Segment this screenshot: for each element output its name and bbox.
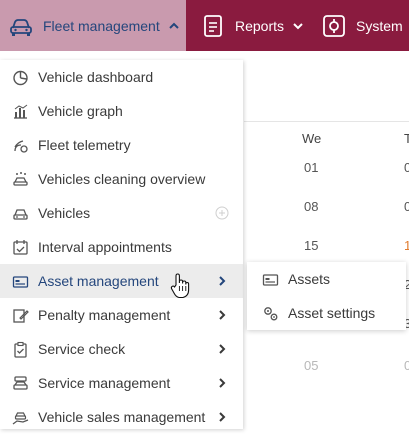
menu-item-vehicle-dashboard[interactable]: Vehicle dashboard bbox=[0, 60, 243, 94]
asset-management-submenu: Assets Asset settings bbox=[247, 262, 406, 330]
calendar-day[interactable]: 0 bbox=[404, 160, 409, 175]
car-icon bbox=[13, 208, 28, 220]
menu-item-label: Interval appointments bbox=[38, 239, 172, 255]
day-header-th: T bbox=[404, 131, 409, 146]
report-icon bbox=[204, 14, 222, 37]
nav-reports[interactable]: Reports bbox=[192, 0, 310, 51]
fleet-management-dropdown: Vehicle dashboard Vehicle graph Fleet te… bbox=[0, 60, 243, 429]
menu-item-label: Asset management bbox=[38, 273, 159, 289]
asset-card-icon bbox=[262, 273, 279, 286]
chevron-right-icon bbox=[219, 276, 226, 286]
menu-item-service-check[interactable]: Service check bbox=[0, 332, 243, 366]
menu-item-label: Service management bbox=[38, 375, 171, 391]
car-icon bbox=[10, 18, 32, 36]
chevron-right-icon bbox=[219, 310, 226, 320]
menu-item-label: Service check bbox=[38, 341, 126, 357]
submenu-item-asset-settings[interactable]: Asset settings bbox=[247, 296, 406, 330]
hand-pointer-icon bbox=[170, 273, 190, 299]
menu-item-label: Vehicles bbox=[38, 205, 91, 221]
calendar-day[interactable]: 08 bbox=[304, 199, 318, 214]
menu-item-service-management[interactable]: Service management bbox=[0, 366, 243, 400]
submenu-item-label: Assets bbox=[288, 271, 331, 287]
calendar-check-icon bbox=[13, 239, 28, 255]
submenu-item-assets[interactable]: Assets bbox=[247, 262, 406, 296]
menu-item-label: Vehicle sales management bbox=[38, 409, 206, 425]
asset-card-icon bbox=[12, 275, 29, 288]
calendar-day[interactable]: 05 bbox=[304, 358, 318, 373]
add-circle-icon[interactable] bbox=[215, 206, 229, 220]
chevron-up-icon bbox=[169, 22, 179, 29]
menu-item-vehicle-graph[interactable]: Vehicle graph bbox=[0, 94, 243, 128]
chevron-right-icon bbox=[219, 412, 226, 422]
gears-icon bbox=[264, 306, 278, 320]
menu-item-label: Vehicle dashboard bbox=[38, 69, 154, 85]
chevron-right-icon bbox=[219, 344, 226, 354]
menu-item-vehicles-cleaning-overview[interactable]: Vehicles cleaning overview bbox=[0, 162, 243, 196]
system-icon bbox=[323, 14, 345, 37]
top-navigation-bar: Fleet management Reports System bbox=[0, 0, 409, 51]
menu-item-label: Penalty management bbox=[38, 307, 171, 323]
submenu-item-label: Asset settings bbox=[288, 305, 376, 321]
menu-item-fleet-telemetry[interactable]: Fleet telemetry bbox=[0, 128, 243, 162]
menu-item-vehicles[interactable]: Vehicles bbox=[0, 196, 243, 230]
nav-system[interactable]: System bbox=[313, 0, 409, 51]
calendar-day[interactable]: 0 bbox=[404, 358, 409, 373]
nav-fleet-management[interactable]: Fleet management bbox=[0, 0, 186, 51]
menu-item-label: Vehicles cleaning overview bbox=[38, 171, 206, 187]
menu-item-label: Fleet telemetry bbox=[38, 137, 131, 153]
hand-car-icon bbox=[12, 411, 29, 425]
calendar-divider bbox=[244, 121, 409, 122]
nav-fleet-label: Fleet management bbox=[43, 17, 160, 34]
chevron-right-icon bbox=[219, 378, 226, 388]
menu-item-asset-management[interactable]: Asset management bbox=[0, 264, 243, 298]
menu-item-penalty-management[interactable]: Penalty management bbox=[0, 298, 243, 332]
calendar-day[interactable]: 0 bbox=[404, 199, 409, 214]
clipboard-check-icon bbox=[14, 341, 27, 358]
nav-reports-label: Reports bbox=[235, 17, 285, 34]
menu-item-label: Vehicle graph bbox=[38, 103, 123, 119]
day-header-we: We bbox=[302, 131, 322, 146]
satellite-icon bbox=[14, 139, 28, 153]
pie-chart-icon bbox=[13, 70, 28, 85]
bar-graph-icon bbox=[14, 104, 28, 119]
nav-system-label: System bbox=[356, 17, 403, 34]
edit-document-icon bbox=[13, 308, 29, 323]
chevron-down-icon bbox=[293, 22, 303, 29]
calendar-day[interactable]: 15 bbox=[304, 238, 318, 253]
mechanic-icon bbox=[13, 375, 28, 390]
menu-item-interval-appointments[interactable]: Interval appointments bbox=[0, 230, 243, 264]
car-wash-icon bbox=[13, 171, 28, 186]
page-background bbox=[244, 51, 409, 429]
calendar-day[interactable]: 01 bbox=[304, 160, 318, 175]
calendar-day[interactable]: 1 bbox=[404, 238, 409, 253]
